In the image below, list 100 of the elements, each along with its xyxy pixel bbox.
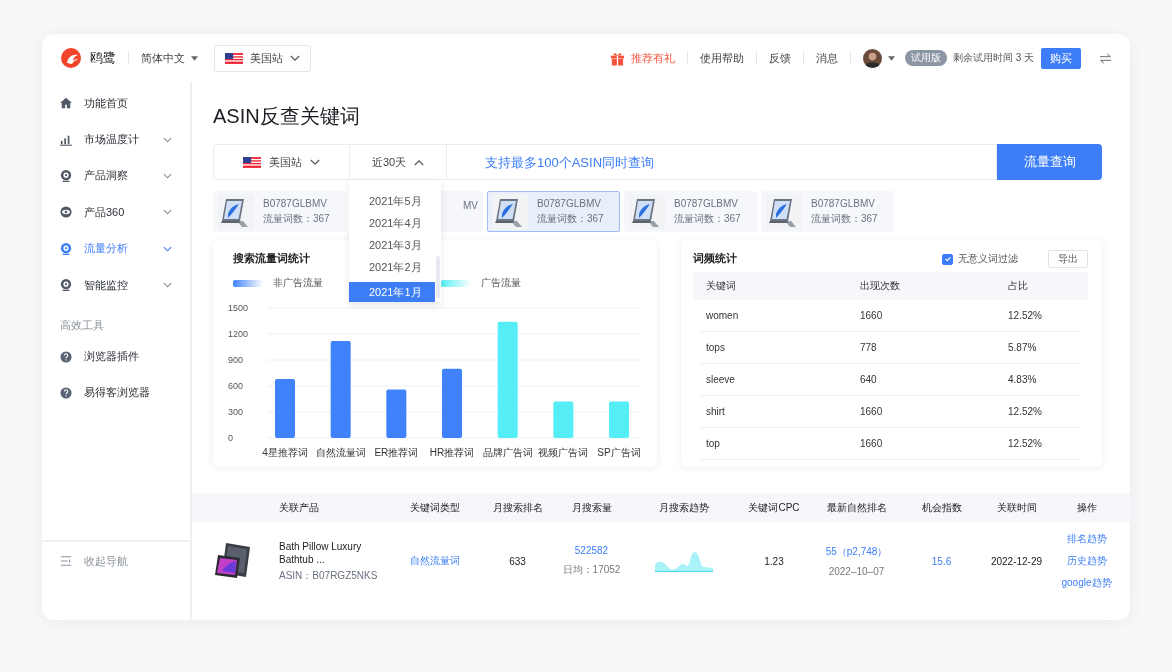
menu-item[interactable]: 2021年3月: [349, 234, 435, 256]
eye-icon: [60, 206, 72, 219]
product-card[interactable]: B0787GLBMV 流量词数：367: [624, 191, 757, 232]
daily-average-text: 日均：17052: [562, 563, 621, 577]
keyword-count: 流量词数：367: [263, 211, 330, 226]
sidebar-item[interactable]: 易得客浏览器: [42, 374, 190, 412]
column-header: 月搜索趋势: [658, 500, 710, 515]
legend-label: 非广告流量: [273, 276, 323, 290]
traffic-query-button[interactable]: 流量查询: [997, 144, 1102, 180]
bar-chart-icon: [60, 133, 72, 146]
axis-category-label: 自然流量词: [315, 447, 366, 458]
trend-link[interactable]: 排名趋势: [1066, 532, 1107, 546]
site-selector[interactable]: 美国站: [214, 44, 311, 72]
axis-tick-label: 1500: [228, 303, 249, 313]
table-cell-text: tops: [706, 342, 726, 353]
sidebar-item[interactable]: 流量分析: [42, 230, 190, 267]
asin-text: B0787GLBMV: [674, 197, 739, 209]
chevron-down-icon: [163, 245, 172, 252]
table-cell-text: 12.52%: [1008, 406, 1043, 417]
sidebar-item[interactable]: 市场温度计: [42, 121, 190, 158]
natural-rank-link[interactable]: 55（p2,748）: [825, 545, 888, 559]
scrollbar[interactable]: [436, 256, 440, 298]
nav-link[interactable]: 反馈: [768, 50, 791, 66]
nav-link[interactable]: 消息: [815, 50, 838, 66]
table-cell: 2022-12-29: [990, 555, 1043, 567]
column-header: 操作: [1075, 500, 1098, 515]
chevron-down-icon: [310, 158, 320, 166]
target-icon: [60, 279, 72, 292]
table-cell-text: 640: [860, 374, 878, 385]
menu-item[interactable]: 2021年5月: [349, 190, 435, 212]
asin-input-field[interactable]: 支持最多100个ASIN同时查询: [447, 144, 997, 180]
column-header: 关联时间: [995, 500, 1038, 515]
column-header: 关键词: [706, 279, 737, 293]
filter-checkbox[interactable]: 无意义词过滤: [942, 252, 1018, 266]
table-cell-text: sleeve: [706, 374, 736, 385]
axis-category-label: 品牌广告词: [482, 447, 533, 458]
opportunity-index-link[interactable]: 15.6: [931, 555, 952, 567]
logo-icon: [60, 47, 82, 69]
avatar[interactable]: [862, 48, 882, 68]
chevron-down-icon: [163, 209, 172, 216]
trend-link[interactable]: 历史趋势: [1066, 554, 1107, 568]
check-icon: [943, 255, 952, 263]
referral-link[interactable]: 推荐有礼: [630, 50, 675, 66]
axis-tick-label: 1200: [228, 329, 249, 339]
table-cell-text: 5.87%: [1008, 342, 1038, 353]
table-cell-text: top: [706, 438, 721, 449]
nav-link[interactable]: 使用帮助: [699, 50, 744, 66]
us-flag-icon: [225, 52, 243, 64]
table-cell-text: 778: [860, 342, 878, 353]
sidebar-item[interactable]: 产品360: [42, 194, 190, 231]
sparkline: [655, 550, 713, 572]
axis-tick-label: 900: [228, 355, 244, 365]
axis-category-label: HR推荐词: [429, 447, 475, 458]
menu-item[interactable]: 2021年4月: [349, 212, 435, 234]
caret-icon[interactable]: [887, 55, 895, 61]
site-dropdown[interactable]: 美国站: [213, 144, 350, 180]
column-header: 关键词类型: [409, 500, 461, 515]
gift-icon: [609, 50, 625, 66]
product-title: Bath Pillow Luxury Bathtub ...: [279, 539, 363, 566]
sidebar-item[interactable]: 浏览器插件: [42, 338, 190, 375]
target-icon: [60, 242, 72, 255]
menu-item[interactable]: 2021年2月: [349, 256, 435, 278]
collapse-icon: [60, 555, 72, 567]
menu-item[interactable]: 2021年1月: [349, 282, 435, 302]
column-header: 机会指数: [920, 500, 963, 515]
asin-text: B0787GLBMV: [263, 197, 328, 209]
export-button[interactable]: 导出: [1048, 250, 1088, 268]
trend-link[interactable]: google趋势: [1061, 576, 1112, 590]
panel-title: 词频统计: [693, 252, 738, 266]
table-cell-text: 12.52%: [1008, 438, 1043, 449]
column-header: 关键词CPC: [747, 500, 801, 515]
date-text: 2022–10–07: [828, 566, 885, 577]
column-header: 月搜索排名: [491, 500, 544, 515]
axis-tick-label: 0: [228, 433, 233, 443]
chevron-down-icon: [290, 54, 300, 62]
keyword-type-link[interactable]: 自然流量词: [410, 554, 460, 568]
chevron-down-icon: [163, 136, 172, 143]
product-card[interactable]: B0787GLBMV 流量词数：367: [761, 191, 894, 232]
swap-icon[interactable]: [1099, 52, 1112, 64]
table-cell-text: 1660: [860, 406, 884, 417]
trial-remaining-text: 剩余试用时间 3 天: [952, 51, 1034, 65]
language-menu[interactable]: 简体中文: [141, 50, 198, 66]
search-volume-link[interactable]: 522582: [574, 545, 609, 556]
target-icon: [60, 169, 72, 182]
sidebar-item[interactable]: 产品洞察: [42, 157, 190, 195]
checkbox[interactable]: [942, 253, 953, 265]
table-cell: 633: [509, 555, 526, 567]
caret-icon: [191, 55, 198, 61]
table-cell-text: 12.52%: [1008, 310, 1043, 321]
sidebar-item[interactable]: 功能首页: [42, 85, 190, 122]
trial-badge: 试用版: [904, 50, 947, 66]
asin-text: ASIN：B07RGZ5NKS: [279, 568, 379, 583]
period-dropdown[interactable]: 近30天: [350, 144, 447, 180]
product-card[interactable]: B0787GLBMV 流量词数：367: [213, 191, 346, 232]
column-header: 占比: [1008, 279, 1029, 293]
buy-button[interactable]: 购买: [1041, 47, 1081, 69]
sidebar-item[interactable]: 智能监控: [42, 266, 190, 304]
product-card[interactable]: B0787GLBMV 流量词数：367: [487, 191, 620, 232]
asin-text: B0787GLBMV: [811, 197, 876, 209]
keyword-count: 流量词数：367: [537, 211, 604, 226]
